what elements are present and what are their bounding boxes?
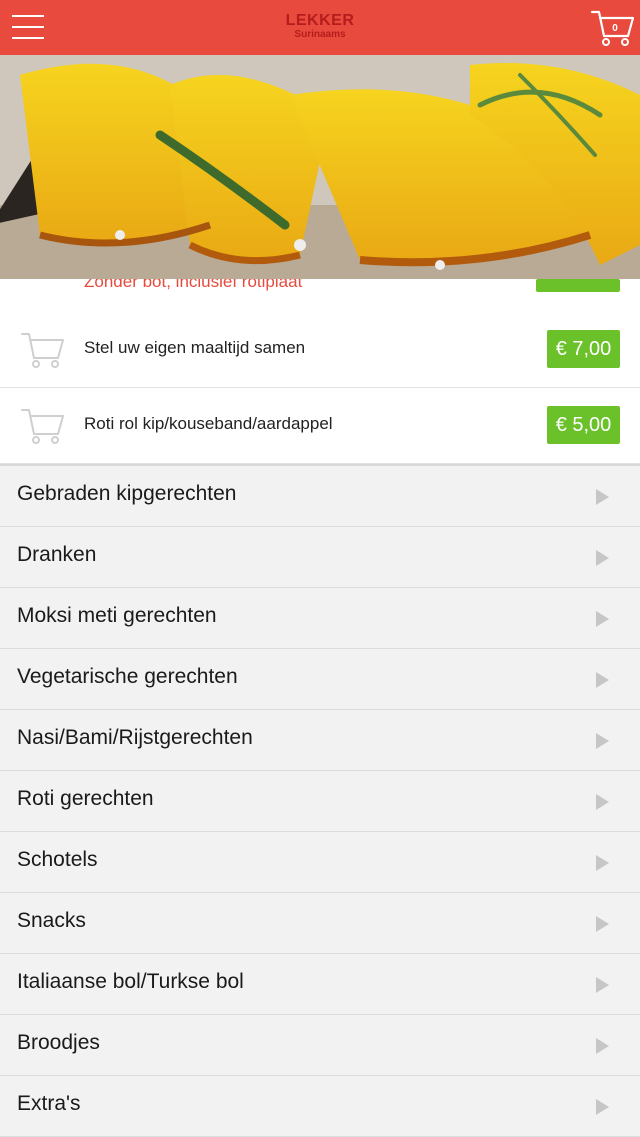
category-label: Schotels [17,848,98,871]
category-label: Extra's [17,1092,81,1115]
logo-subtitle: Surinaams [294,29,346,40]
chevron-right-icon [596,1038,609,1054]
price-badge[interactable] [536,279,620,292]
roasted-pumpkin-image [0,55,640,279]
category-gebraden-kipgerechten[interactable]: Gebraden kipgerechten [0,466,640,527]
chevron-right-icon [596,489,609,505]
cart-icon[interactable] [20,330,66,370]
category-vegetarische-gerechten[interactable]: Vegetarische gerechten [0,649,640,710]
category-broodjes[interactable]: Broodjes [0,1015,640,1076]
price-badge[interactable]: € 7,00 [547,330,620,368]
logo-title: LEKKER [285,12,355,29]
category-label: Italiaanse bol/Turkse bol [17,970,244,993]
chevron-right-icon [596,1099,609,1115]
menu-item-name: Roti rol kip/kouseband/aardappel [84,414,333,433]
chevron-right-icon [596,672,609,688]
category-label: Moksi meti gerechten [17,604,217,627]
category-dranken[interactable]: Dranken [0,527,640,588]
logo[interactable]: LEKKER Surinaams [0,13,640,40]
chevron-right-icon [596,733,609,749]
category-list: Gebraden kipgerechten Dranken Moksi meti… [0,464,640,1137]
cart-button[interactable]: 0 [590,8,636,48]
chevron-right-icon [596,855,609,871]
price-badge[interactable]: € 5,00 [547,406,620,444]
menu-items-list: Stel uw eigen maaltijd samen € 7,00 Roti… [0,312,640,464]
category-label: Vegetarische gerechten [17,665,238,688]
chevron-right-icon [596,916,609,932]
category-roti-gerechten[interactable]: Roti gerechten [0,771,640,832]
category-label: Snacks [17,909,86,932]
hero-image [0,55,640,279]
category-label: Roti gerechten [17,787,154,810]
chevron-right-icon [596,794,609,810]
chevron-right-icon [596,550,609,566]
category-moksi-meti-gerechten[interactable]: Moksi meti gerechten [0,588,640,649]
category-label: Dranken [17,543,97,566]
app-header: LEKKER Surinaams 0 [0,0,640,55]
category-label: Nasi/Bami/Rijstgerechten [17,726,253,749]
chevron-right-icon [596,611,609,627]
menu-item-name: Zonder bot, inclusief rotiplaat [84,279,303,291]
category-schotels[interactable]: Schotels [0,832,640,893]
menu-item[interactable]: Stel uw eigen maaltijd samen € 7,00 [0,312,640,388]
chevron-right-icon [596,977,609,993]
category-snacks[interactable]: Snacks [0,893,640,954]
cart-count-badge: 0 [612,23,618,34]
category-italiaanse-turkse-bol[interactable]: Italiaanse bol/Turkse bol [0,954,640,1015]
menu-item[interactable]: Roti rol kip/kouseband/aardappel € 5,00 [0,388,640,464]
category-nasi-bami-rijstgerechten[interactable]: Nasi/Bami/Rijstgerechten [0,710,640,771]
cart-icon[interactable] [20,406,66,446]
category-label: Gebraden kipgerechten [17,482,237,505]
menu-item-partial[interactable]: Zonder bot, inclusief rotiplaat [0,279,640,313]
category-extras[interactable]: Extra's [0,1076,640,1137]
menu-item-name: Stel uw eigen maaltijd samen [84,338,306,357]
category-label: Broodjes [17,1031,100,1054]
